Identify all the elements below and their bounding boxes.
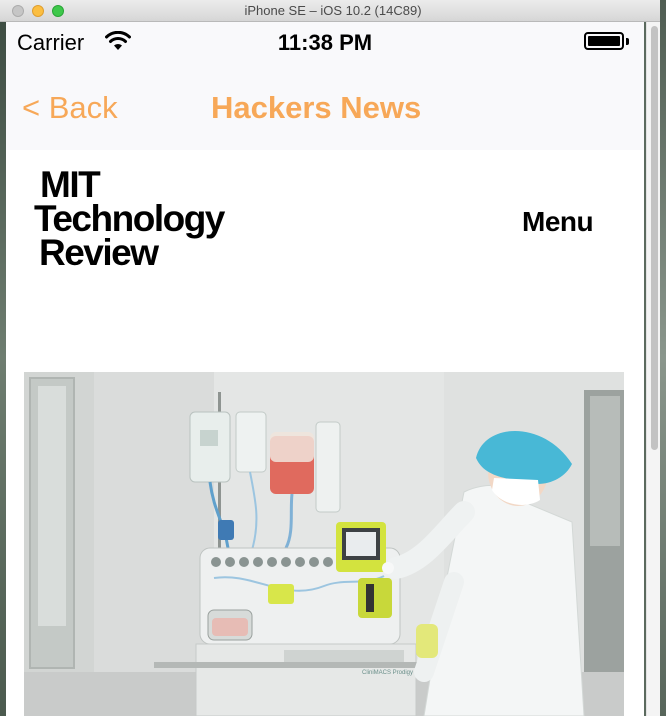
device-screen: Carrier 11:38 PM < Back Hackers News MIT… [6,22,644,716]
menu-button[interactable]: Menu [522,206,594,238]
status-bar: Carrier 11:38 PM [6,22,644,62]
battery-tip [626,38,629,45]
battery-icon [584,32,624,50]
logo-line-review: Review [39,232,159,273]
back-button[interactable]: < Back [22,90,118,126]
svg-text:CliniMACS Prodigy: CliniMACS Prodigy [362,670,413,676]
web-content[interactable]: MIT Technology Review Menu CliniMACS Pro… [6,150,644,716]
scrollbar-thumb[interactable] [651,26,658,450]
simulator-title-bar[interactable]: iPhone SE – iOS 10.2 (14C89) [0,0,666,22]
hero-image[interactable]: CliniMACS Prodigy [24,372,624,716]
scrollbar[interactable] [646,22,661,716]
status-time: 11:38 PM [277,30,373,55]
logo-line-mit: MIT [40,164,101,205]
navigation-bar: < Back Hackers News [6,62,644,150]
mit-technology-review-logo[interactable]: MIT Technology Review [34,164,244,273]
logo-line-technology: Technology [34,198,225,239]
nav-title: Hackers News [211,90,422,125]
window-title: iPhone SE – iOS 10.2 (14C89) [244,3,422,18]
desktop-background-right [660,0,666,716]
